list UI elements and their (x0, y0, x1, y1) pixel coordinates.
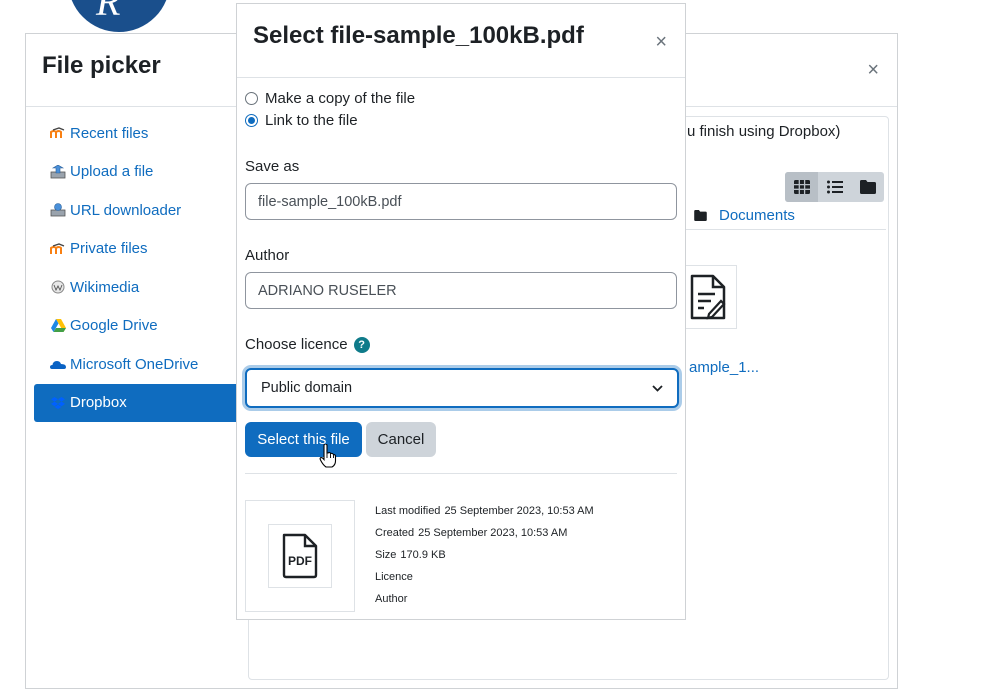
licence-select[interactable]: Public domain (245, 368, 679, 408)
select-dialog-close-icon[interactable]: × (655, 32, 667, 52)
select-dialog-title: Select file-sample_100kB.pdf (253, 22, 584, 49)
meta-key: Created (375, 527, 415, 539)
sidebar-item-label: Microsoft OneDrive (70, 355, 199, 373)
file-picker-close-icon[interactable]: × (867, 60, 879, 80)
sidebar-item-label: Upload a file (70, 163, 154, 181)
meta-key: Last modified (375, 505, 441, 517)
meta-key: Author (375, 593, 408, 605)
file-thumbnail[interactable] (679, 265, 737, 329)
folder-icon (694, 210, 707, 221)
sidebar-item-url-downloader[interactable]: URL downloader (34, 191, 239, 230)
author-label: Author (245, 247, 290, 264)
breadcrumb-documents[interactable]: Documents (719, 207, 795, 224)
choose-licence-label: Choose licence? (245, 336, 370, 354)
make-copy-radio[interactable] (245, 92, 258, 105)
sidebar-item-upload-a-file[interactable]: Upload a file (34, 153, 239, 192)
icon-view-button[interactable] (785, 172, 818, 202)
select-dialog-header: Select file-sample_100kB.pdf × (237, 4, 685, 78)
wikimedia-icon (50, 279, 66, 295)
sidebar-item-google-drive[interactable]: Google Drive (34, 307, 239, 346)
file-name-label[interactable]: ample_1... (689, 359, 759, 376)
view-toggle-bar (785, 172, 884, 202)
save-as-label: Save as (245, 158, 300, 175)
meta-key: Size (375, 549, 397, 561)
document-icon (690, 274, 726, 320)
file-preview: PDF (245, 500, 355, 612)
hand-cursor-icon (319, 444, 337, 468)
meta-value: 25 September 2023, 10:53 AM (444, 505, 594, 517)
repository-sidebar: Recent files Upload a file URL downloade… (34, 114, 239, 422)
google-drive-icon (50, 318, 66, 334)
sidebar-item-label: Recent files (70, 124, 149, 142)
sidebar-item-private-files[interactable]: Private files (34, 230, 239, 269)
folder-icon (859, 180, 876, 194)
site-logo: R (68, 0, 170, 32)
meta-size: Size 170.9 KB (375, 544, 594, 566)
pdf-label: PDF (288, 554, 312, 568)
link-file-option[interactable]: Link to the file (245, 112, 358, 129)
url-icon (50, 202, 66, 218)
breadcrumb: Documents (694, 207, 795, 224)
sidebar-item-label: Dropbox (70, 394, 127, 412)
onedrive-icon (50, 356, 66, 372)
meta-value: 170.9 KB (400, 549, 446, 561)
make-copy-label: Make a copy of the file (265, 90, 416, 107)
licence-selected-value: Public domain (261, 380, 353, 396)
select-file-dialog: Select file-sample_100kB.pdf × Make a co… (236, 3, 686, 620)
chevron-down-icon (652, 384, 663, 392)
link-file-label: Link to the file (265, 112, 358, 129)
dialog-divider (245, 473, 677, 474)
sidebar-item-label: URL downloader (70, 201, 182, 219)
save-as-input[interactable]: file-sample_100kB.pdf (245, 183, 677, 220)
grid-icon (793, 180, 810, 194)
meta-author: Author (375, 588, 594, 610)
meta-last-modified: Last modified 25 September 2023, 10:53 AM (375, 500, 594, 522)
meta-licence: Licence (375, 566, 594, 588)
file-picker-title: File picker (42, 52, 161, 79)
list-icon (826, 180, 843, 194)
author-input[interactable]: ADRIANO RUSELER (245, 272, 677, 309)
help-icon[interactable]: ? (353, 337, 370, 354)
sidebar-item-label: Wikimedia (70, 278, 140, 296)
sidebar-item-wikimedia[interactable]: Wikimedia (34, 268, 239, 307)
make-copy-option[interactable]: Make a copy of the file (245, 90, 415, 107)
meta-value: 25 September 2023, 10:53 AM (418, 527, 568, 539)
sidebar-item-dropbox[interactable]: Dropbox (34, 383, 239, 422)
meta-key: Licence (375, 571, 413, 583)
list-view-button[interactable] (818, 172, 851, 202)
file-metadata: Last modified 25 September 2023, 10:53 AM… (375, 500, 594, 610)
moodle-icon (50, 241, 66, 257)
sidebar-item-recent-files[interactable]: Recent files (34, 114, 239, 153)
select-this-file-button[interactable]: Select this file (245, 422, 362, 457)
link-file-radio[interactable] (245, 114, 258, 127)
dropbox-icon (50, 395, 66, 411)
cancel-button[interactable]: Cancel (366, 422, 436, 457)
sidebar-item-label: Private files (70, 240, 148, 258)
upload-icon (50, 164, 66, 180)
pdf-thumbnail: PDF (268, 524, 332, 588)
pdf-icon: PDF (282, 533, 318, 579)
choose-licence-text: Choose licence (245, 336, 348, 353)
meta-created: Created 25 September 2023, 10:53 AM (375, 522, 594, 544)
tree-view-button[interactable] (851, 172, 884, 202)
moodle-icon (50, 125, 66, 141)
sidebar-item-label: Google Drive (70, 317, 158, 335)
sidebar-item-microsoft-onedrive[interactable]: Microsoft OneDrive (34, 345, 239, 384)
